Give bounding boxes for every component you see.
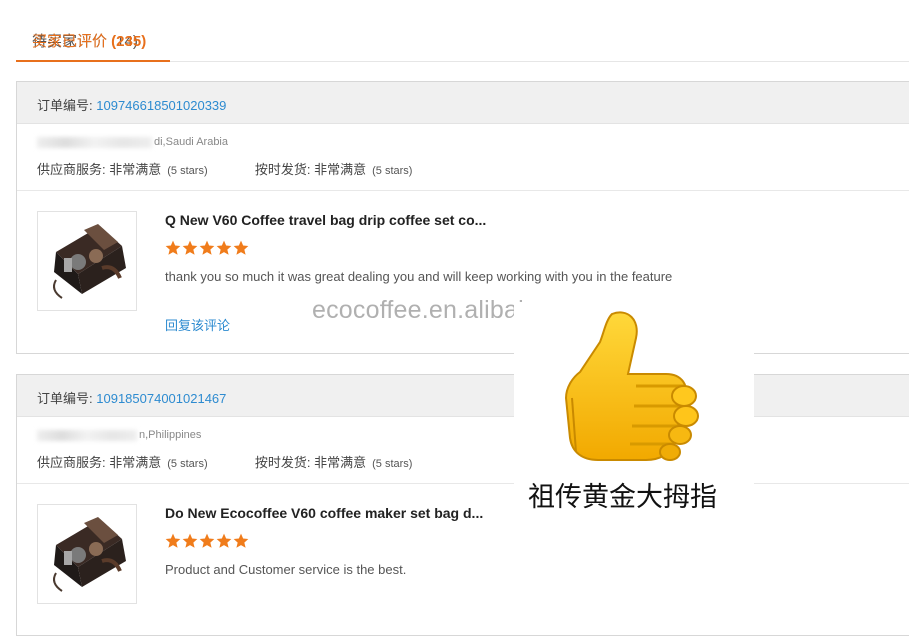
product-thumbnail[interactable] xyxy=(37,211,137,311)
order-number: 订单编号: 109185074001021467 xyxy=(37,391,227,406)
star-icon xyxy=(199,533,215,548)
reply-review-link[interactable]: 回复该评论 xyxy=(165,315,230,334)
seller-ratings: 供应商服务: 非常满意 (5 stars) 按时发货: 非常满意 (5 stars) xyxy=(37,455,413,470)
product-title[interactable]: Q New V60 Coffee travel bag drip coffee … xyxy=(165,212,486,228)
order-header: 订单编号: 109185074001021467 xyxy=(17,375,909,417)
redacted-buyer-name xyxy=(37,429,137,441)
star-icon xyxy=(165,533,181,548)
seller-ratings: 供应商服务: 非常满意 (5 stars) 按时发货: 非常满意 (5 stars) xyxy=(37,162,413,177)
tab-reviewed[interactable]: 买家已评价 (235) xyxy=(16,0,170,62)
thumbs-up-icon xyxy=(564,311,699,461)
star-icon xyxy=(182,533,198,548)
product-title[interactable]: Do New Ecocoffee V60 coffee maker set ba… xyxy=(165,505,483,521)
order-card: 订单编号: 109185074001021467 n,Philippines 供… xyxy=(16,374,909,636)
coffee-bag-image xyxy=(53,517,126,592)
review-tabs: 待买家评价 (14) 买家已评价 (235) xyxy=(16,0,909,62)
divider xyxy=(17,190,909,191)
buyer-location: n,Philippines xyxy=(37,429,201,441)
sticker-caption: 祖传黄金大拇指 xyxy=(528,482,717,513)
star-icon xyxy=(216,240,232,255)
star-rating xyxy=(165,240,250,261)
order-number-link[interactable]: 109185074001021467 xyxy=(96,391,226,406)
order-number-link[interactable]: 109746618501020339 xyxy=(96,98,226,113)
review-text: thank you so much it was great dealing y… xyxy=(165,269,673,284)
star-icon xyxy=(233,240,249,255)
coffee-bag-image xyxy=(53,224,126,299)
order-number: 订单编号: 109746618501020339 xyxy=(37,98,227,113)
star-icon xyxy=(216,533,232,548)
star-icon xyxy=(199,240,215,255)
tab-reviewed-label: 买家已评价 (235) xyxy=(32,33,147,50)
redacted-buyer-name xyxy=(37,136,152,148)
order-header: 订单编号: 109746618501020339 xyxy=(17,82,909,124)
product-thumbnail[interactable] xyxy=(37,504,137,604)
divider xyxy=(17,483,909,484)
star-rating xyxy=(165,533,250,554)
buyer-location: di,Saudi Arabia xyxy=(37,136,228,148)
star-icon xyxy=(182,240,198,255)
star-icon xyxy=(165,240,181,255)
active-tab-indicator xyxy=(16,60,170,62)
star-icon xyxy=(233,533,249,548)
review-text: Product and Customer service is the best… xyxy=(165,562,407,577)
thumbs-up-sticker: 祖传黄金大拇指 xyxy=(514,302,754,520)
